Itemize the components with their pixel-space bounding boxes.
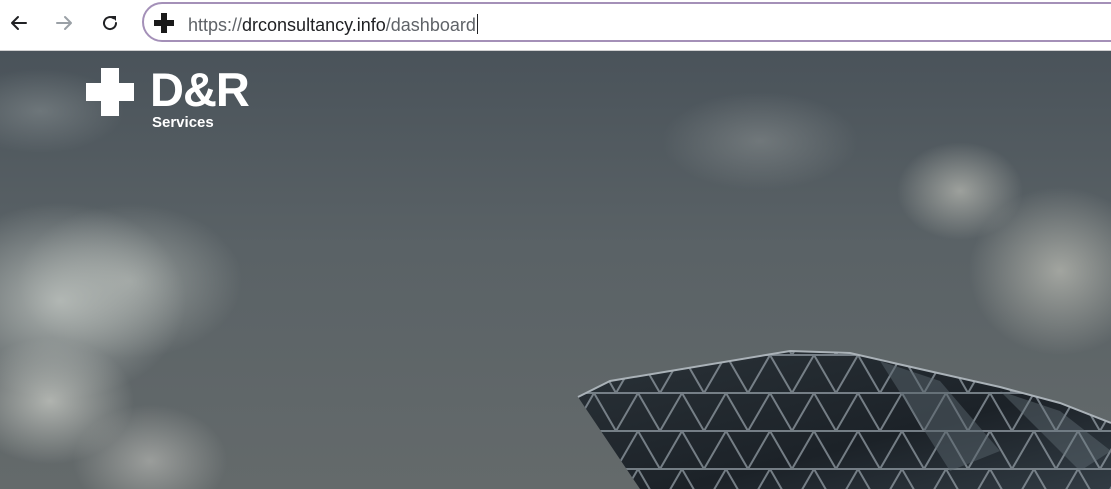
url-protocol: https://: [188, 15, 243, 35]
arrow-left-icon: [11, 16, 27, 30]
reload-button[interactable]: [96, 9, 124, 37]
url-path: /dashboard: [385, 15, 476, 35]
hero-background: D&R Services: [0, 51, 1111, 489]
back-button[interactable]: [5, 9, 33, 37]
plus-cross-icon[interactable]: [153, 12, 175, 34]
address-bar[interactable]: https://drconsultancy.info/dashboard: [142, 2, 1111, 42]
reload-icon: [103, 16, 118, 31]
building-image: [577, 349, 1111, 489]
forward-button[interactable]: [50, 9, 78, 37]
url-domain: drconsultancy.info: [242, 15, 386, 35]
arrow-right-icon: [56, 16, 72, 30]
browser-toolbar: https://drconsultancy.info/dashboard: [0, 0, 1111, 51]
text-caret: [476, 14, 478, 34]
url-text[interactable]: https://drconsultancy.info/dashboard: [188, 14, 478, 36]
